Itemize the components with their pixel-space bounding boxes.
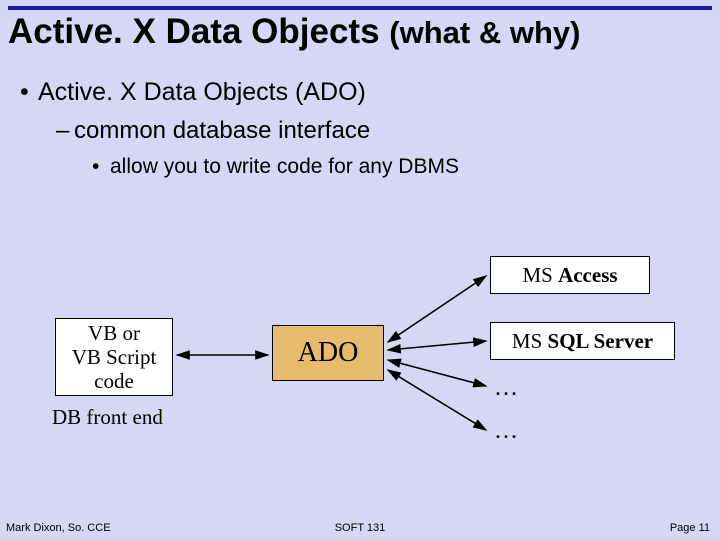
bullet-2-text: common database interface [74,117,370,144]
bullet-list: •Active. X Data Objects (ADO) –common da… [20,78,459,189]
arrow-ado-to-ellipsis2 [388,370,486,430]
bullet-1-text: Active. X Data Objects (ADO) [38,78,366,106]
bullet-dot-icon: • [20,78,38,107]
bullet-level-2: –common database interface [56,117,459,145]
title-paren: (what & why) [389,15,580,50]
bullet-level-3: •allow you to write code for any DBMS [92,155,459,179]
diagram: VB or VB Script code DB front end ADO MS… [0,250,720,480]
title-main: Active. X Data Objects [8,12,380,51]
arrow-ado-to-access [388,276,486,342]
dash-icon: – [56,117,74,145]
arrow-ado-to-sqlserver [388,341,486,350]
bullet-3-text: allow you to write code for any DBMS [110,155,459,178]
bullet-level-1: •Active. X Data Objects (ADO) [20,78,459,107]
footer-page: Page 11 [670,522,710,534]
arrow-ado-to-ellipsis1 [388,360,486,386]
slide: Active. X Data Objects (what & why) •Act… [0,0,720,540]
bullet-dot-icon: • [92,155,110,179]
footer-course: SOFT 131 [0,522,720,534]
title-rule [8,6,712,10]
slide-title: Active. X Data Objects (what & why) [8,12,580,52]
diagram-arrows [0,250,720,480]
